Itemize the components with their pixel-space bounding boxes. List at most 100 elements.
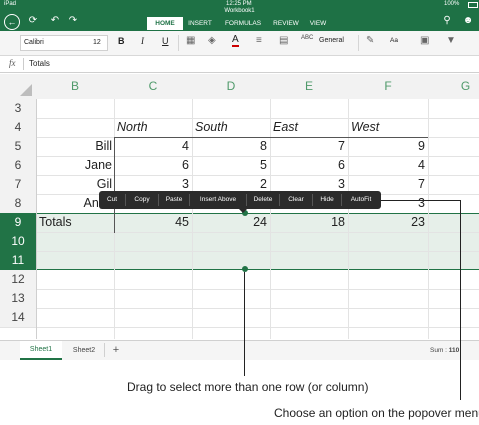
document-title: Workbook1 [224,8,255,14]
row-header[interactable]: 5 [0,137,36,156]
borders-icon[interactable]: ▦ [186,35,195,46]
file-menu-icon[interactable]: ⟳ [26,15,40,27]
cell-value[interactable]: 6 [270,156,345,175]
row-header[interactable]: 8 [0,194,36,213]
menu-item-paste[interactable]: Paste [159,191,189,209]
cell-value[interactable]: 23 [348,213,425,232]
cell-value[interactable]: 45 [114,213,189,232]
redo-icon[interactable]: ↷ [66,15,80,27]
fill-color-icon[interactable]: ◈ [208,35,216,46]
sheet-tab-bar: Sheet1 Sheet2 + Sum : 110 [0,340,479,360]
battery-percent: 100% [444,1,460,7]
grid-line [0,232,479,233]
cell-value[interactable]: 8 [192,137,267,156]
menu-item-copy[interactable]: Copy [126,191,158,209]
row-header-selected[interactable]: 11 [0,251,36,270]
column-header[interactable]: E [270,74,348,99]
menu-item-insert-above[interactable]: Insert Above [190,191,246,209]
select-all-icon [20,84,32,96]
cell-value[interactable]: 6 [114,156,189,175]
back-icon[interactable]: ← [4,14,20,30]
row-header-selected[interactable]: 10 [0,232,36,251]
device-label: iPad [4,1,17,7]
cell-styles-icon[interactable]: ✎ [366,35,374,46]
menu-item-delete[interactable]: Delete [247,191,279,209]
popover-arrow [239,209,247,213]
underline-button[interactable]: U [162,36,169,46]
menu-item-clear[interactable]: Clear [280,191,312,209]
column-header[interactable]: C [114,74,192,99]
column-header[interactable]: B [36,74,114,99]
search-icon[interactable]: ⚲ [440,15,454,27]
cell-value[interactable]: 24 [192,213,267,232]
row-header[interactable]: 13 [0,289,36,308]
merge-icon[interactable]: ▤ [279,35,288,46]
cell-heading-south[interactable]: South [195,118,228,137]
grid-line [0,289,479,290]
add-sheet-button[interactable]: + [109,341,123,360]
divider [104,343,105,357]
cell-value[interactable]: 9 [348,137,425,156]
tab-view[interactable]: VIEW [304,17,332,30]
tab-insert[interactable]: INSERT [184,17,216,30]
menu-item-hide[interactable]: Hide [313,191,341,209]
cell-heading-north[interactable]: North [117,118,148,137]
sort-filter-icon[interactable]: ▼ [446,35,456,46]
menu-item-autofit[interactable]: AutoFit [342,191,380,209]
divider [23,58,24,70]
column-header-bar: B C D E F G [0,74,479,100]
divider [178,35,179,51]
italic-button[interactable]: I [141,36,144,46]
select-all-corner[interactable] [0,74,36,99]
row-header-selected[interactable]: 9 [0,213,36,232]
styles-button[interactable]: Aa [390,37,398,44]
cell-value[interactable]: 4 [348,156,425,175]
popover-menu: Cut Copy Paste Insert Above Delete Clear… [99,191,381,209]
tab-home[interactable]: HOME [147,17,183,30]
row-header[interactable]: 3 [0,99,36,118]
undo-icon[interactable]: ↶ [48,15,62,27]
sheet-tab-sheet2[interactable]: Sheet2 [64,341,104,360]
tab-formulas-label: FORMULAS [224,20,262,27]
font-name-box[interactable]: Calibri 12 [20,35,108,51]
selection-border-bottom [36,269,479,270]
tab-review[interactable]: REVIEW [268,17,304,30]
grid-line [0,308,479,309]
column-header[interactable]: G [428,74,479,99]
grid-line [0,251,479,252]
cell-heading-west[interactable]: West [351,118,379,137]
align-icon[interactable]: ≡ [256,35,262,46]
row-header[interactable]: 4 [0,118,36,137]
selection-handle-bottom[interactable] [242,266,248,272]
row-header[interactable]: 14 [0,308,36,327]
insert-cells-icon[interactable]: ▣ [420,35,429,46]
cell-value[interactable]: 18 [270,213,345,232]
font-color-icon[interactable]: A [232,34,239,47]
callout-line-menu [381,200,460,201]
wrap-text-button[interactable]: ABC [301,35,313,41]
column-header[interactable]: F [348,74,428,99]
share-user-icon[interactable]: ☻ [460,15,476,27]
tab-formulas[interactable]: FORMULAS [218,17,268,30]
callout-choose-caption: Choose an option on the popover menu [274,406,479,420]
home-ribbon: Calibri 12 B I U ▦ ◈ A ≡ ▤ ABC General ✎… [0,31,479,56]
cell-label[interactable]: Totals [39,213,72,232]
cell-value[interactable]: 4 [114,137,189,156]
menu-item-cut[interactable]: Cut [99,191,125,209]
divider [358,35,359,51]
cell-label[interactable]: Bill [36,137,112,156]
cell-heading-east[interactable]: East [273,118,298,137]
cell-value[interactable]: 7 [270,137,345,156]
grid-line [0,118,479,119]
column-header[interactable]: D [192,74,270,99]
row-header[interactable]: 7 [0,175,36,194]
formula-input[interactable]: Totals [29,59,50,68]
tab-view-label: VIEW [309,20,327,27]
bold-button[interactable]: B [118,36,125,46]
row-header[interactable]: 12 [0,270,36,289]
cell-label[interactable]: Jane [36,156,112,175]
sheet-tab-sheet1[interactable]: Sheet1 [20,341,62,360]
number-format-value[interactable]: General [319,37,344,44]
cell-value[interactable]: 5 [192,156,267,175]
row-header[interactable]: 6 [0,156,36,175]
